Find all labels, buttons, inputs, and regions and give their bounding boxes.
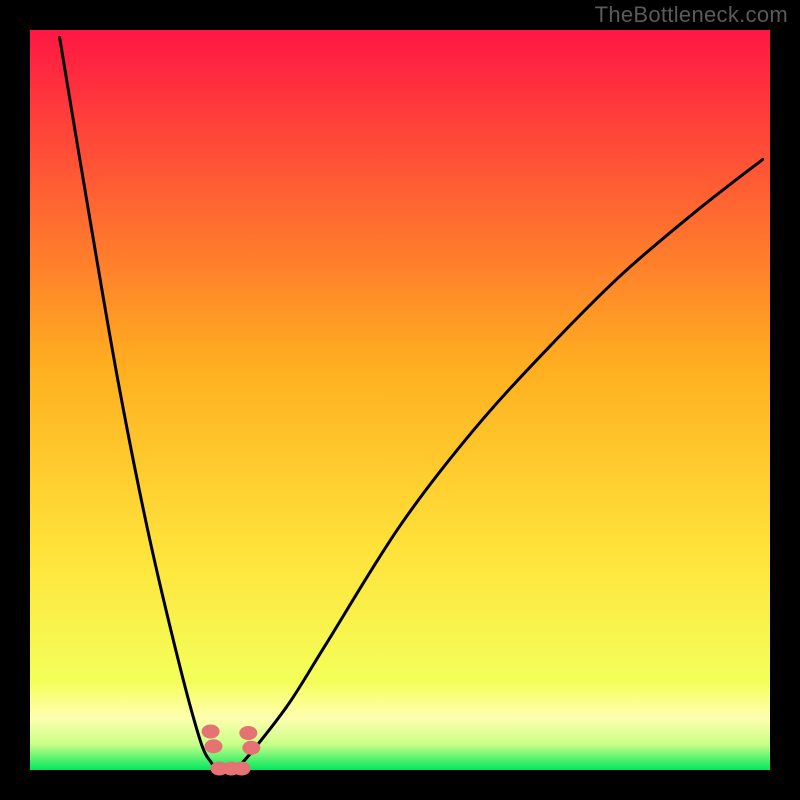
valley-right-pair-bottom (242, 741, 260, 755)
bottleneck-plot (0, 0, 800, 800)
valley-right-pair-top (239, 726, 257, 740)
plot-background (30, 30, 770, 770)
chart-frame: TheBottleneck.com (0, 0, 800, 800)
watermark-text: TheBottleneck.com (595, 2, 788, 28)
bottom-blob-c (233, 762, 251, 776)
valley-left-pair-top (202, 725, 220, 739)
valley-left-pair-bottom (205, 739, 223, 753)
